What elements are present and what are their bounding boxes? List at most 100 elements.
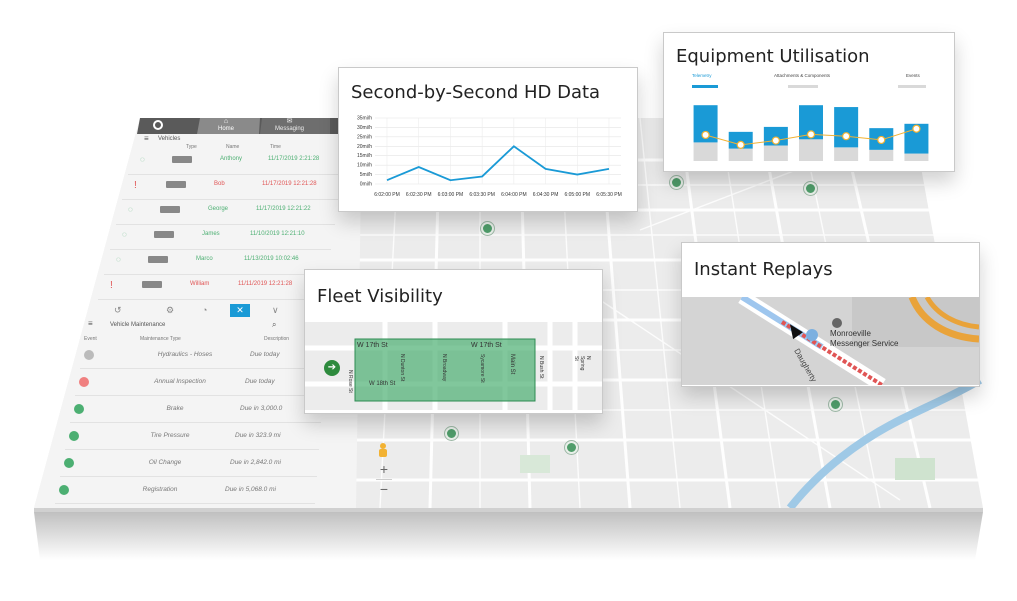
pegman-icon[interactable] bbox=[377, 443, 389, 457]
maintenance-title: Vehicle Maintenance bbox=[110, 322, 166, 328]
vehicle-row[interactable]: ◌ James 11/10/2019 12:21:10 bbox=[110, 227, 331, 250]
vehicle-marker-icon[interactable]: ➔ bbox=[324, 360, 340, 376]
alert-icon: ! bbox=[134, 180, 137, 191]
check-circle-icon: ◌ bbox=[116, 255, 121, 264]
col-description[interactable]: Description bbox=[264, 336, 289, 342]
fleet-title: Fleet Visibility bbox=[317, 286, 443, 307]
vehicle-time: 11/10/2019 12:21:10 bbox=[250, 231, 305, 237]
map-pin[interactable] bbox=[670, 176, 683, 189]
messaging-tab-label: Messaging bbox=[274, 126, 304, 132]
sidebar-tabs: ⌂ Home ✉ Messaging bbox=[140, 118, 360, 134]
y-tick-label: 0mi/h bbox=[360, 182, 372, 188]
vehicle-type-icon bbox=[142, 281, 162, 288]
street-label: Main St bbox=[509, 354, 515, 375]
bar-secondary bbox=[799, 139, 823, 161]
bar-secondary bbox=[763, 145, 788, 161]
bar-secondary bbox=[693, 142, 718, 161]
maintenance-description: Due today bbox=[250, 351, 280, 358]
street-label: W 17th St bbox=[357, 342, 388, 349]
maintenance-header: ≡ Vehicle Maintenance ⌕ bbox=[86, 320, 306, 332]
messaging-icon: ✉ bbox=[286, 118, 293, 125]
legend-attachments-label: Attachments & Components bbox=[774, 73, 831, 78]
map-pin[interactable] bbox=[804, 182, 817, 195]
col-event[interactable]: Event bbox=[84, 336, 97, 342]
equipment-callout[interactable]: Equipment Utilisation Telemetry Attachme… bbox=[663, 32, 955, 172]
maintenance-row[interactable]: Brake Due in 3,000.0 bbox=[70, 398, 321, 423]
vehicle-row[interactable]: ! Bob 11/17/2019 12:21:28 bbox=[122, 177, 339, 200]
vehicle-row[interactable]: ! William 11/11/2019 12:21:28 bbox=[98, 277, 323, 300]
hd-line-chart: 35mi/h 30mi/h 25mi/h 20mi/h 15mi/h 10mi/h 5mi/… bbox=[357, 116, 622, 199]
y-tick-label: 5mi/h bbox=[360, 172, 372, 178]
vehicle-row[interactable]: ◌ George 11/17/2019 12:21:22 bbox=[116, 202, 335, 225]
vehicle-time: 11/13/2019 10:02:46 bbox=[244, 256, 299, 262]
alert-circle-icon bbox=[79, 377, 89, 387]
maintenance-description: Due in 323.9 mi bbox=[235, 432, 281, 439]
vehicle-name: William bbox=[190, 281, 210, 287]
y-tick-label: 20mi/h bbox=[357, 144, 372, 150]
trend-point bbox=[771, 136, 780, 145]
engine-icon[interactable]: ⚙ bbox=[166, 305, 174, 316]
vehicle-type-icon bbox=[166, 181, 186, 188]
legend-telemetry[interactable]: Telemetry bbox=[692, 73, 718, 88]
gauge-icon[interactable]: ◔ bbox=[202, 305, 207, 315]
trend-point bbox=[842, 132, 851, 141]
search-icon[interactable]: ⌕ bbox=[272, 320, 276, 330]
bar-secondary bbox=[834, 147, 859, 161]
map-pin[interactable] bbox=[829, 398, 842, 411]
x-tick-label: 6:05:00 PM bbox=[564, 192, 590, 198]
wrench-icon[interactable]: ✕ bbox=[230, 304, 250, 317]
col-time[interactable]: Time bbox=[270, 144, 281, 150]
maintenance-row[interactable]: Oil Change Due in 2,842.0 mi bbox=[60, 452, 317, 477]
x-tick-label: 6:03:00 PM bbox=[438, 192, 464, 198]
hd-data-callout[interactable]: Second-by-Second HD Data 35mi/h 30mi/h 25m… bbox=[338, 67, 638, 212]
menu-icon[interactable]: ≡ bbox=[144, 135, 149, 143]
maintenance-type: Oil Change bbox=[148, 459, 182, 466]
maintenance-row[interactable]: Tire Pressure Due in 323.9 mi bbox=[65, 425, 319, 450]
menu-icon[interactable]: ≡ bbox=[88, 320, 93, 328]
vehicle-type-icon bbox=[148, 256, 168, 263]
col-name[interactable]: Name bbox=[226, 144, 239, 150]
street-label: N Broadway bbox=[441, 354, 447, 382]
equipment-bar-chart bbox=[693, 105, 929, 161]
street-label: N Rose St bbox=[347, 370, 353, 393]
bar-secondary bbox=[904, 153, 929, 161]
maintenance-row[interactable]: Hydraulics - Hoses Due today bbox=[80, 344, 325, 369]
route-icon[interactable]: ∨ bbox=[272, 305, 279, 316]
zoom-out-button[interactable]: − bbox=[376, 482, 392, 496]
vehicle-row[interactable]: ◌ Anthony 11/17/2019 2:21:28 bbox=[128, 152, 343, 175]
messaging-tab[interactable]: ✉ Messaging bbox=[262, 118, 317, 134]
legend-attachments[interactable]: Attachments & Components bbox=[774, 73, 830, 88]
vehicle-time: 11/17/2019 12:21:22 bbox=[256, 206, 311, 212]
zoom-divider bbox=[376, 479, 392, 480]
map-pin[interactable] bbox=[565, 441, 578, 454]
fleet-callout[interactable]: Fleet Visibility ➔ W 17th St W 17th St N… bbox=[304, 269, 603, 414]
fleet-map bbox=[305, 322, 602, 410]
check-circle-icon: ◌ bbox=[128, 205, 133, 214]
home-tab-label: Home bbox=[217, 126, 234, 132]
check-circle-icon: ◌ bbox=[140, 155, 145, 164]
maintenance-row[interactable]: Registration Due in 5,068.0 mi bbox=[55, 479, 315, 504]
vehicle-time: 11/17/2019 12:21:28 bbox=[262, 181, 317, 187]
maintenance-columns: Event Maintenance Type Description bbox=[84, 336, 324, 344]
check-circle-icon: ◌ bbox=[122, 230, 127, 239]
map-pin[interactable] bbox=[445, 427, 458, 440]
history-icon[interactable]: ↺ bbox=[114, 305, 122, 316]
trend-point bbox=[701, 130, 710, 140]
replays-callout[interactable]: Instant Replays Monroeville Messenger Se… bbox=[681, 242, 980, 387]
col-maintenance-type[interactable]: Maintenance Type bbox=[140, 336, 181, 342]
zoom-in-button[interactable]: + bbox=[376, 462, 392, 476]
vehicle-row[interactable]: ◌ Marco 11/13/2019 10:02:46 bbox=[104, 252, 327, 275]
y-tick-label: 35mi/h bbox=[357, 116, 372, 122]
maintenance-description: Due in 5,068.0 mi bbox=[225, 486, 276, 493]
steering-wheel-icon[interactable] bbox=[153, 120, 163, 130]
trend-point bbox=[912, 124, 921, 133]
legend-events[interactable]: Events bbox=[898, 73, 926, 88]
map-pin[interactable] bbox=[481, 222, 494, 235]
col-type[interactable]: Type bbox=[186, 144, 197, 150]
home-tab[interactable]: ⌂ Home bbox=[206, 118, 246, 134]
maintenance-description: Due in 2,842.0 mi bbox=[230, 459, 281, 466]
maintenance-row[interactable]: Annual Inspection Due today bbox=[75, 371, 323, 396]
street-label: W 17th St bbox=[471, 342, 502, 349]
x-tick-label: 6:02:30 PM bbox=[406, 192, 432, 198]
series-line bbox=[386, 145, 610, 182]
